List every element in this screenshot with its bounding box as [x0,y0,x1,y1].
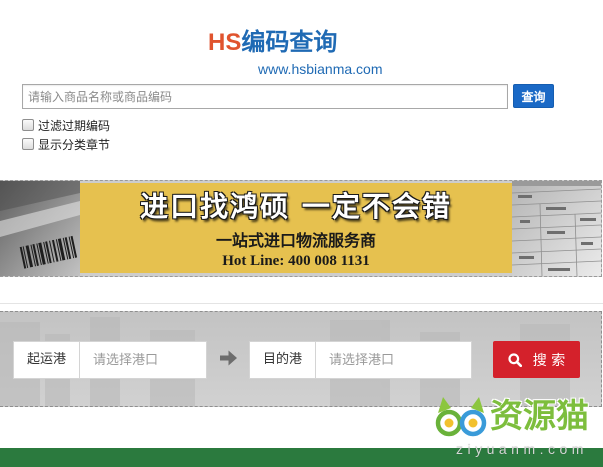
destination-port-label: 目的港 [249,341,316,379]
footer-bar [0,448,603,467]
origin-port-input[interactable] [80,341,207,379]
section-divider [0,303,603,304]
origin-port-label: 起运港 [13,341,80,379]
promo-banner[interactable]: 进口找鸿硕 一定不会错 一站式进口物流服务商 Hot Line: 400 008… [0,180,602,277]
show-chapters-label: 显示分类章节 [38,137,111,152]
logo-title: 编码查询 [241,28,338,56]
option-filter-expired[interactable]: 过滤过期编码 [22,118,111,133]
site-logo[interactable]: HS编码查询 [208,27,337,57]
search-icon [508,352,522,367]
option-show-chapters[interactable]: 显示分类章节 [22,137,111,152]
filter-expired-label: 过滤过期编码 [38,118,111,133]
destination-port-input[interactable] [316,341,472,379]
document-graphic [511,181,601,276]
banner-hotline: Hot Line: 400 008 1131 [222,253,370,269]
site-url[interactable]: www.hsbianma.com [258,60,383,78]
show-chapters-checkbox[interactable] [22,138,34,150]
banner-headline: 进口找鸿硕 一定不会错 [140,190,452,223]
filter-expired-checkbox[interactable] [22,119,34,131]
query-button[interactable]: 查询 [513,84,554,108]
port-search-button-label: 搜 索 [532,352,566,369]
search-input[interactable] [22,84,508,109]
port-search-section: 起运港 目的港 搜 索 [0,311,602,407]
port-search-button[interactable]: 搜 索 [493,341,580,378]
logo-prefix: HS [208,29,242,56]
arrow-right-icon [220,350,237,366]
banner-tagline: 一站式进口物流服务商 [215,231,376,250]
banner-text-box: 进口找鸿硕 一定不会错 一站式进口物流服务商 Hot Line: 400 008… [80,183,512,273]
